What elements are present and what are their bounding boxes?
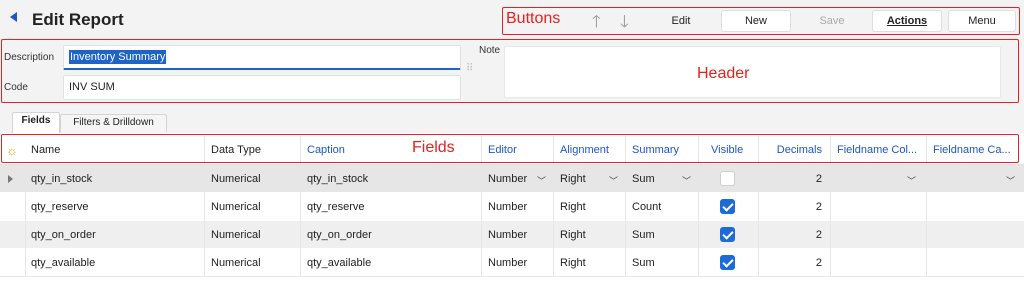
cell-name[interactable]: qty_available [25,249,204,277]
cell-summary[interactable]: Count [626,193,698,221]
visible-checkbox[interactable] [720,227,735,242]
cell-data-type[interactable]: Numerical [205,221,300,249]
grid-line [926,164,927,276]
cell-editor[interactable]: Number [482,249,553,277]
grid-line [698,164,699,276]
note-field[interactable] [504,46,1001,98]
resize-grip-icon[interactable]: ⠿ [466,64,473,74]
new-button[interactable]: New [721,10,791,32]
column-header-fieldname-col[interactable]: Fieldname Col... [831,136,927,164]
cell-summary[interactable]: Sum [626,249,698,277]
description-label: Description [4,52,55,63]
description-value: Inventory Summary [69,50,167,64]
cell-decimals[interactable]: 2 [759,193,830,221]
page-title: Edit Report [32,10,124,29]
cell-decimals[interactable]: 2 [759,165,830,193]
column-header-summary[interactable]: Summary [626,136,699,164]
chevron-down-icon[interactable]: ﹀ [537,174,546,187]
actions-button[interactable]: Actions [872,10,942,32]
cell-data-type[interactable]: Numerical [205,193,300,221]
edit-button[interactable]: Edit [647,10,715,32]
tab-fields[interactable]: Fields [12,112,60,133]
chevron-down-icon[interactable]: ﹀ [682,174,691,187]
save-button[interactable]: Save [797,10,867,32]
sun-icon[interactable]: ☼ [6,143,18,158]
cell-summary[interactable]: Sum [626,221,698,249]
cell-caption[interactable]: qty_on_order [301,221,481,249]
cell-decimals[interactable]: 2 [759,249,830,277]
code-value: INV SUM [69,81,115,93]
cell-name[interactable]: qty_on_order [25,221,204,249]
cell-editor[interactable]: Number [482,221,553,249]
note-label: Note [479,45,501,56]
description-field[interactable]: Inventory Summary [63,45,461,70]
code-label: Code [4,82,28,93]
cell-caption[interactable]: qty_reserve [301,193,481,221]
cell-caption[interactable]: qty_in_stock [301,165,481,193]
visible-checkbox[interactable] [720,199,735,214]
grid-line [830,164,831,276]
grid-bottom-line [0,276,1024,277]
column-header-alignment[interactable]: Alignment [554,136,626,164]
column-header-visible[interactable]: Visible [699,136,759,164]
cell-name[interactable]: qty_reserve [25,193,204,221]
cell-data-type[interactable]: Numerical [205,249,300,277]
buttons-annotation-label: Buttons [506,10,561,27]
chevron-down-icon[interactable]: ﹀ [1006,174,1015,187]
code-field[interactable]: INV SUM [63,75,461,100]
back-arrow-icon[interactable] [10,12,17,22]
cell-alignment[interactable]: Right [554,221,625,249]
cell-name[interactable]: qty_in_stock [25,165,204,193]
cell-alignment[interactable]: Right [554,193,625,221]
arrow-up-icon[interactable]: 🡑 [592,9,601,38]
cell-editor[interactable]: Number [482,193,553,221]
visible-checkbox[interactable] [720,171,735,186]
row-pointer-icon [8,175,13,183]
cell-data-type[interactable]: Numerical [205,165,300,193]
column-header-editor[interactable]: Editor [482,136,554,164]
column-header-decimals[interactable]: Decimals [759,136,831,164]
chevron-down-icon[interactable]: ﹀ [907,174,916,187]
arrow-down-icon[interactable]: 🡓 [620,9,629,38]
cell-alignment[interactable]: Right [554,249,625,277]
visible-checkbox[interactable] [720,255,735,270]
tab-filters-drilldown[interactable]: Filters & Drilldown [60,114,167,132]
cell-caption[interactable]: qty_available [301,249,481,277]
column-header-data-type[interactable]: Data Type [205,136,301,164]
column-header-caption[interactable]: Caption [301,136,482,164]
column-header-name[interactable]: Name [25,136,205,164]
chevron-down-icon[interactable]: ﹀ [609,174,618,187]
header-annotation-label: Header [697,65,750,82]
cell-decimals[interactable]: 2 [759,221,830,249]
actions-label: Actions [886,15,928,27]
column-header-fieldname-ca[interactable]: Fieldname Ca... [927,136,1022,164]
menu-button[interactable]: Menu [948,10,1016,32]
fields-annotation-label: Fields [412,139,455,156]
